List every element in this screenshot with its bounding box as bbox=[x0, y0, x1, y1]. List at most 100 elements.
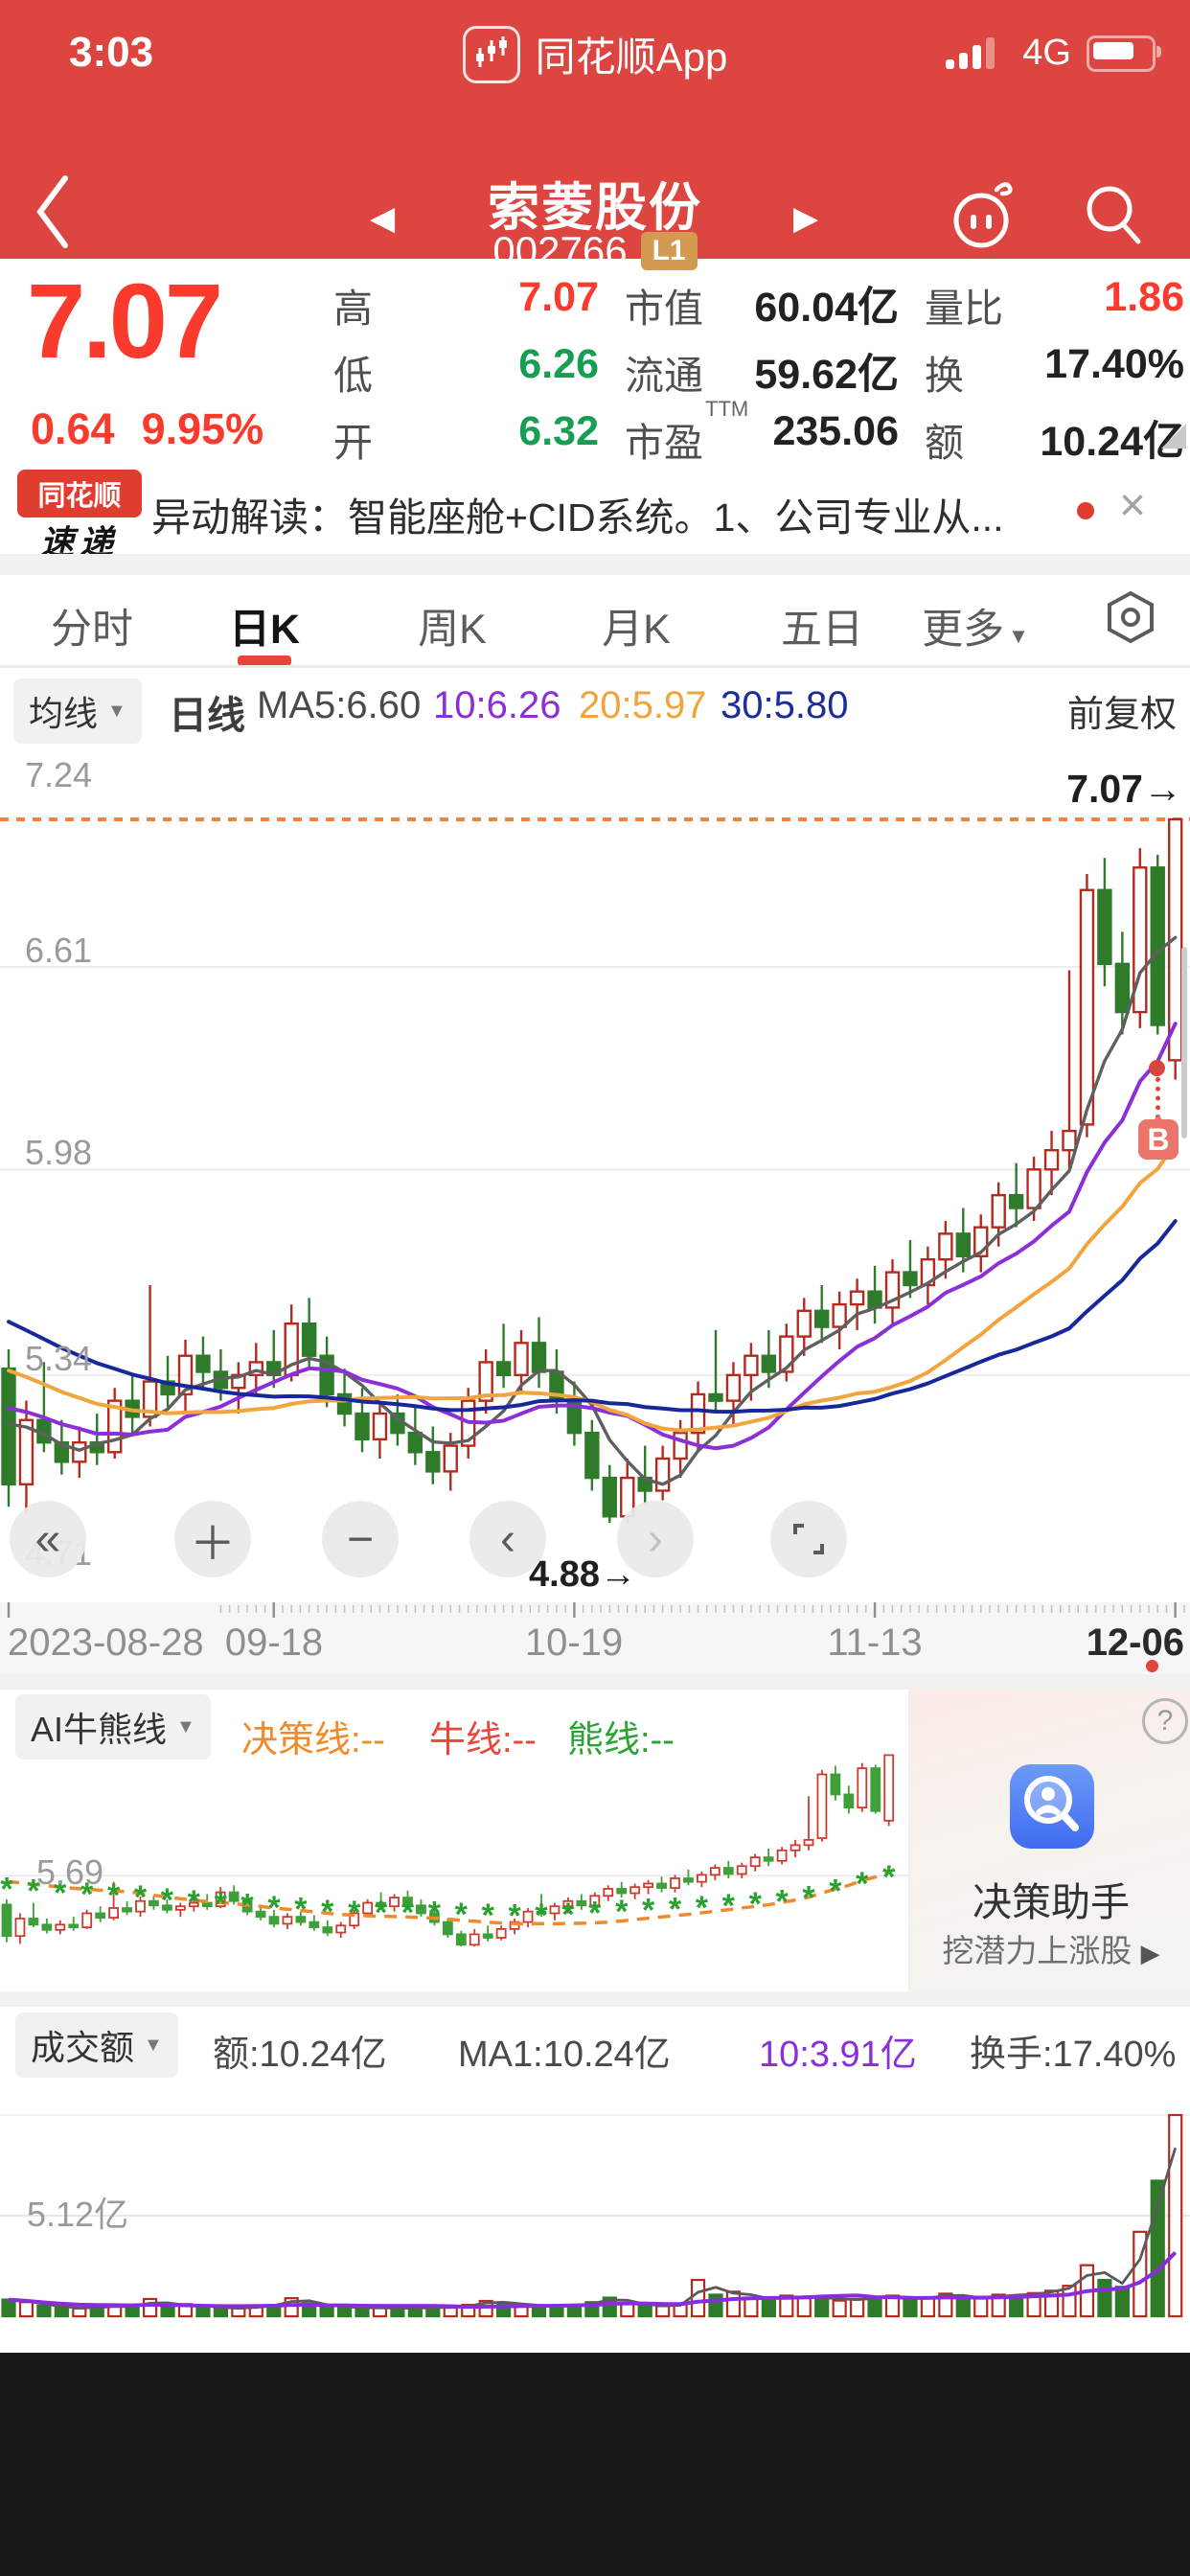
amount-label: 额 bbox=[925, 410, 964, 458]
y-label: 6.61 bbox=[25, 931, 92, 971]
unread-dot bbox=[1077, 502, 1094, 519]
svg-text:*: * bbox=[588, 1896, 602, 1932]
high-value: 7.07 bbox=[518, 274, 599, 322]
chart-scrollbar[interactable] bbox=[1181, 947, 1187, 1138]
chevron-down-icon: ▼ bbox=[107, 701, 126, 723]
tab-five-day[interactable]: 五日 bbox=[781, 596, 863, 656]
svg-text:*: * bbox=[267, 1890, 281, 1926]
buy-signal-dot bbox=[1149, 1060, 1165, 1076]
float-value: 59.62亿 bbox=[754, 341, 899, 389]
y-label: 5.98 bbox=[25, 1133, 92, 1173]
vol-ma10: 10:3.91亿 bbox=[759, 2024, 917, 2077]
pan-right-button[interactable]: › bbox=[617, 1501, 694, 1577]
x-label: 11-13 bbox=[827, 1622, 922, 1665]
assistant-title: 决策助手 bbox=[910, 1870, 1190, 1927]
vol-ma1: MA1:10.24亿 bbox=[458, 2024, 671, 2077]
search-icon[interactable] bbox=[1081, 182, 1148, 249]
svg-text:*: * bbox=[696, 1890, 709, 1926]
x-label-current: 12-06 bbox=[1087, 1622, 1184, 1665]
close-icon[interactable]: × bbox=[1119, 479, 1146, 532]
ai-y-label: 5.69 bbox=[36, 1852, 103, 1893]
svg-text:*: * bbox=[161, 1882, 174, 1919]
svg-text:*: * bbox=[722, 1888, 736, 1924]
tab-more[interactable]: 更多▼ bbox=[922, 596, 1029, 656]
tab-monthly-k[interactable]: 月K bbox=[602, 596, 671, 656]
volume-indicator-selector[interactable]: 成交额▼ bbox=[15, 2012, 178, 2078]
current-price-tag: 7.07→ bbox=[1066, 767, 1182, 812]
ma10-value: 10:6.26 bbox=[433, 684, 561, 727]
svg-text:*: * bbox=[882, 1859, 896, 1896]
svg-text:*: * bbox=[508, 1898, 521, 1935]
expand-quote-corner[interactable] bbox=[1161, 424, 1186, 448]
svg-text:*: * bbox=[669, 1891, 682, 1927]
svg-text:*: * bbox=[455, 1897, 469, 1933]
chevron-down-icon: ▼ bbox=[1008, 624, 1029, 648]
app-screen: 3:03 同花顺App 4G ◀ 索菱股份 002766 L1 ▶ 7.07 0… bbox=[0, 0, 1190, 2576]
assistant-subtitle: 挖潜力上涨股 bbox=[942, 1933, 1132, 1968]
news-logo: 同花顺 速递 bbox=[17, 470, 142, 564]
svg-text:*: * bbox=[107, 1877, 121, 1914]
tab-weekly-k[interactable]: 周K bbox=[418, 596, 487, 656]
chart-settings-icon[interactable] bbox=[1102, 588, 1159, 646]
buy-signal-badge: B bbox=[1138, 1119, 1179, 1160]
news-ticker[interactable]: 异动解读：智能座舱+CID系统。1、公司专业从... bbox=[151, 485, 1042, 542]
svg-text:*: * bbox=[240, 1888, 254, 1924]
tab-minute[interactable]: 分时 bbox=[51, 596, 133, 656]
svg-text:*: * bbox=[535, 1898, 548, 1934]
low-label: 低 bbox=[333, 343, 373, 391]
turnover-label: 换 bbox=[925, 343, 964, 391]
svg-text:*: * bbox=[0, 1871, 13, 1907]
ai-bull-bear-chart[interactable]: ********************************** bbox=[0, 1690, 908, 1991]
x-label: 09-18 bbox=[225, 1622, 323, 1665]
volume-chart[interactable] bbox=[0, 2075, 1190, 2343]
period-label: 日线 bbox=[169, 684, 245, 740]
low-value: 6.26 bbox=[518, 341, 599, 389]
svg-text:*: * bbox=[188, 1884, 201, 1920]
vol-y-label: 5.12亿 bbox=[27, 2187, 128, 2237]
adjust-mode[interactable]: 前复权 bbox=[1067, 684, 1177, 737]
level-badge: L1 bbox=[641, 232, 698, 270]
tab-daily-k[interactable]: 日K bbox=[229, 596, 300, 656]
decision-assistant-icon bbox=[1010, 1764, 1094, 1849]
vol-amount: 额:10.24亿 bbox=[213, 2024, 387, 2077]
volratio-value: 1.86 bbox=[1104, 274, 1184, 322]
price-change-pct: 9.95% bbox=[142, 404, 264, 454]
svg-text:*: * bbox=[749, 1886, 763, 1922]
mktcap-value: 60.04亿 bbox=[754, 274, 899, 322]
lowest-price-tag: 4.88→ bbox=[529, 1554, 636, 1596]
svg-text:*: * bbox=[561, 1897, 575, 1933]
kline-chart[interactable] bbox=[0, 746, 1190, 1602]
current-price: 7.07 bbox=[27, 261, 220, 382]
fullscreen-icon bbox=[791, 1522, 826, 1556]
pan-left-button[interactable]: ‹ bbox=[469, 1501, 546, 1577]
y-label: 5.34 bbox=[25, 1339, 92, 1379]
rewind-button[interactable]: « bbox=[10, 1501, 86, 1577]
zoom-out-button[interactable]: − bbox=[322, 1501, 399, 1577]
robot-assistant-icon[interactable] bbox=[947, 178, 1016, 251]
svg-text:*: * bbox=[134, 1879, 148, 1916]
y-label: 7.24 bbox=[25, 755, 92, 795]
arrow-right-icon: ▶ bbox=[1141, 1939, 1160, 1967]
fullscreen-button[interactable] bbox=[770, 1501, 847, 1577]
open-label: 开 bbox=[333, 410, 373, 458]
ma30-value: 30:5.80 bbox=[721, 684, 848, 727]
bottom-nav-bar: ▲ 9533.25 深证 0.66% 下单 论股 加自选 功能 @90后股侠 bbox=[0, 2353, 1190, 2576]
ma5-value: MA5:6.60 bbox=[257, 684, 421, 727]
pe-value: 235.06 bbox=[772, 408, 899, 456]
svg-text:*: * bbox=[482, 1898, 495, 1934]
svg-text:*: * bbox=[401, 1895, 415, 1931]
ma-selector[interactable]: 均线▼ bbox=[13, 678, 142, 744]
svg-text:*: * bbox=[375, 1895, 388, 1931]
network-type: 4G bbox=[1022, 33, 1071, 74]
x-label: 2023-08-28 bbox=[8, 1622, 204, 1665]
svg-text:*: * bbox=[348, 1895, 361, 1931]
help-icon[interactable]: ? bbox=[1142, 1698, 1188, 1744]
svg-text:*: * bbox=[642, 1893, 655, 1929]
zoom-in-button[interactable]: ＋ bbox=[174, 1501, 251, 1577]
svg-text:*: * bbox=[856, 1866, 869, 1902]
signal-bars-icon bbox=[944, 34, 1007, 73]
next-stock-arrow[interactable]: ▶ bbox=[793, 199, 818, 238]
x-label: 10-19 bbox=[525, 1622, 623, 1665]
header-bar: 3:03 同花顺App 4G ◀ 索菱股份 002766 L1 ▶ bbox=[0, 0, 1190, 259]
current-date-dot bbox=[1146, 1660, 1158, 1672]
